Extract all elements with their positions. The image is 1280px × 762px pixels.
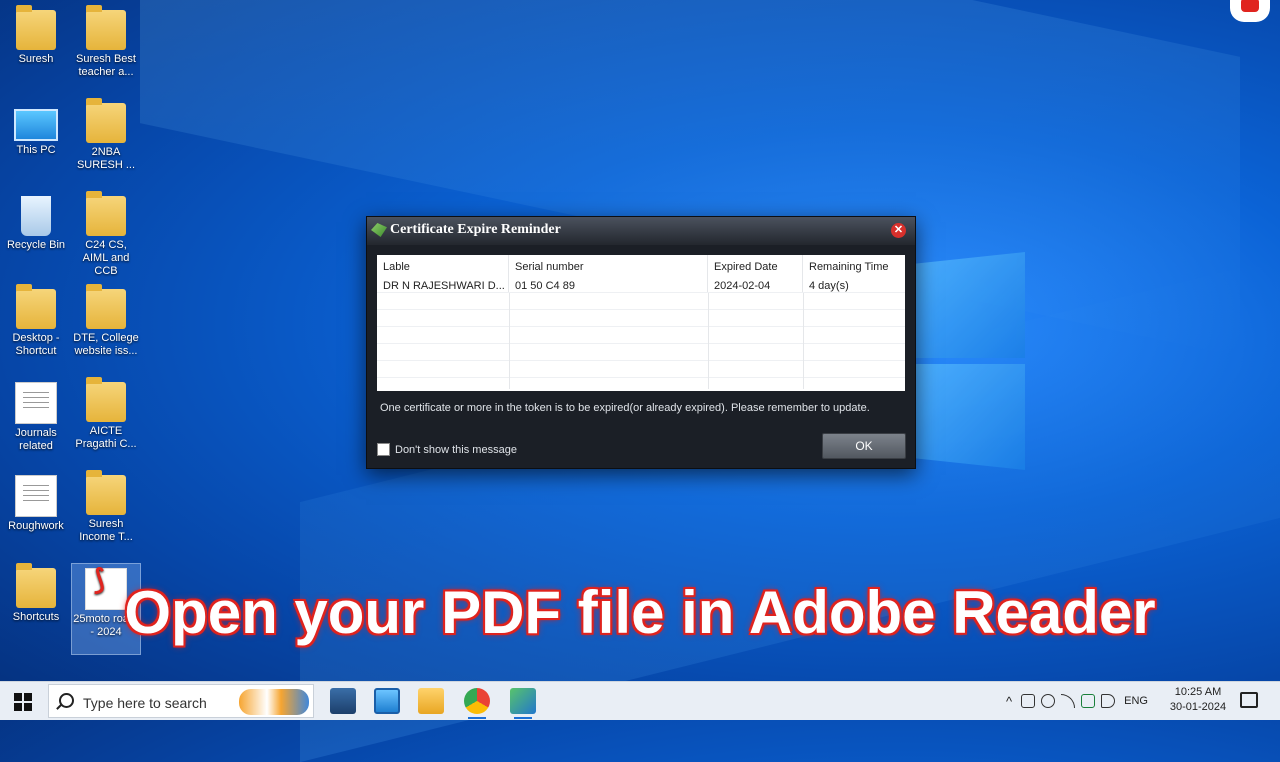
cell-label: DR N RAJESHWARI D... bbox=[377, 275, 509, 292]
column-header-remaining-time[interactable]: Remaining Time bbox=[803, 255, 905, 275]
volume-icon[interactable] bbox=[1101, 694, 1116, 708]
desktop-icon-suresh-income[interactable]: Suresh Income T... bbox=[72, 470, 140, 544]
cell-serial-number: 01 50 C4 89 bbox=[509, 275, 708, 292]
cell-expired-date: 2024-02-04 bbox=[708, 275, 803, 292]
desktop-icon-dte-college[interactable]: DTE, College website iss... bbox=[72, 284, 140, 358]
dialog-title: Certificate Expire Reminder bbox=[390, 222, 561, 237]
desktop-icon-this-pc[interactable]: This PC bbox=[2, 99, 70, 157]
folder-icon bbox=[86, 284, 126, 329]
microphone-icon[interactable] bbox=[1041, 694, 1056, 708]
start-button-windows-icon[interactable] bbox=[14, 693, 32, 711]
certificate-expire-dialog: Certificate Expire Reminder ✕ Lable Seri… bbox=[366, 216, 916, 469]
record-button-icon[interactable] bbox=[1230, 0, 1270, 22]
desktop-icon-aicte-pragathi[interactable]: AICTE Pragathi C... bbox=[72, 377, 140, 451]
column-header-label[interactable]: Lable bbox=[377, 255, 509, 275]
empty-table-rows bbox=[377, 293, 905, 389]
file-explorer-icon[interactable] bbox=[418, 688, 444, 714]
ok-button[interactable]: OK bbox=[822, 433, 906, 459]
search-highlight-image bbox=[239, 689, 309, 715]
clock-time: 10:25 AM bbox=[1174, 686, 1222, 698]
column-header-expired-date[interactable]: Expired Date bbox=[708, 255, 803, 275]
desktop-icon-roughwork[interactable]: Roughwork bbox=[2, 471, 70, 533]
language-indicator[interactable]: ENG bbox=[1124, 695, 1148, 707]
document-icon bbox=[15, 382, 57, 424]
folder-shortcut-icon bbox=[86, 98, 126, 143]
dialog-titlebar[interactable]: Certificate Expire Reminder ✕ bbox=[367, 217, 915, 245]
notification-center-icon[interactable] bbox=[1240, 692, 1258, 708]
checkbox-box[interactable] bbox=[377, 443, 390, 456]
wallpaper-windows-logo bbox=[905, 240, 1025, 480]
folder-shortcut-icon bbox=[16, 284, 56, 329]
checkbox-label: Don't show this message bbox=[395, 443, 517, 456]
folder-icon bbox=[86, 5, 126, 50]
certificate-app-icon bbox=[371, 223, 387, 237]
clock-date: 30-01-2024 bbox=[1169, 701, 1227, 713]
desktop-icon-2nba-suresh[interactable]: 2NBA SURESH ... bbox=[72, 98, 140, 172]
taskbar-search-box[interactable]: Type here to search bbox=[48, 684, 314, 718]
taskbar-mail-icon[interactable] bbox=[374, 688, 400, 714]
dont-show-checkbox[interactable]: Don't show this message bbox=[377, 443, 517, 456]
tray-overflow-chevron-icon[interactable]: ^ bbox=[1006, 694, 1012, 709]
taskbar-clock[interactable]: 10:25 AM 30-01-2024 bbox=[1166, 685, 1230, 715]
desktop-icon-suresh[interactable]: Suresh bbox=[2, 5, 70, 66]
desktop-icon-suresh-best-teacher[interactable]: Suresh Best teacher a... bbox=[72, 5, 140, 79]
desktop-icon-journals-related[interactable]: Journals related bbox=[2, 378, 70, 453]
table-row[interactable]: DR N RAJESHWARI D... 01 50 C4 89 2024-02… bbox=[377, 275, 905, 293]
taskbar-app-icon[interactable] bbox=[330, 688, 356, 714]
desktop-icon-c24-cs-aiml[interactable]: C24 CS, AIML and CCB bbox=[72, 191, 140, 278]
close-icon[interactable]: ✕ bbox=[891, 223, 906, 238]
meet-now-icon[interactable] bbox=[1021, 694, 1036, 708]
taskbar: Type here to search ^ ENG 10:25 AM 30-01… bbox=[0, 681, 1280, 720]
chrome-icon[interactable] bbox=[464, 688, 490, 719]
folder-icon bbox=[16, 5, 56, 50]
system-tray: ^ ENG bbox=[1000, 682, 1148, 720]
document-icon bbox=[15, 475, 57, 517]
video-caption-overlay: Open your PDF file in Adobe Reader bbox=[124, 579, 1156, 646]
desktop-icon-recycle-bin[interactable]: Recycle Bin bbox=[2, 192, 70, 252]
computer-icon bbox=[14, 109, 58, 141]
expiry-message: One certificate or more in the token is … bbox=[380, 402, 870, 414]
column-header-serial-number[interactable]: Serial number bbox=[509, 255, 708, 275]
recycle-bin-icon bbox=[21, 196, 51, 236]
desktop-icon-desktop-shortcut[interactable]: Desktop - Shortcut bbox=[2, 284, 70, 358]
wifi-icon[interactable] bbox=[1061, 694, 1076, 708]
token-manager-app-icon[interactable] bbox=[510, 688, 536, 719]
cell-remaining-time: 4 day(s) bbox=[809, 280, 849, 292]
search-placeholder: Type here to search bbox=[83, 695, 207, 711]
search-icon bbox=[59, 693, 74, 708]
folder-icon bbox=[86, 191, 126, 236]
certificate-table: Lable Serial number Expired Date Remaini… bbox=[377, 255, 905, 391]
table-header-row: Lable Serial number Expired Date Remaini… bbox=[377, 255, 905, 275]
security-shield-icon[interactable] bbox=[1081, 694, 1096, 708]
folder-icon bbox=[86, 377, 126, 422]
folder-icon bbox=[86, 470, 126, 515]
